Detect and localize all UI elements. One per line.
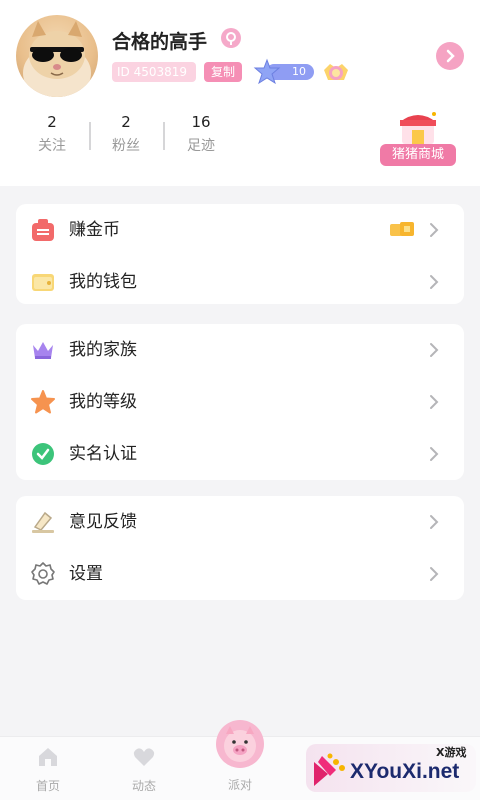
chevron-right-icon xyxy=(428,341,440,359)
chevron-right-icon xyxy=(428,221,440,239)
pig-mall-label: 猪猪商城 xyxy=(380,144,456,166)
medal-icon[interactable] xyxy=(320,56,352,88)
stat-label: 粉丝 xyxy=(112,138,140,154)
stat-value: 2 xyxy=(121,113,131,131)
menu-item-family[interactable]: 我的家族 xyxy=(16,324,464,376)
pig-icon xyxy=(216,720,264,768)
menu-card-account: 我的家族 我的等级 实名认证 xyxy=(16,324,464,480)
user-id-badge: ID 4503819 xyxy=(112,62,196,82)
stat-label: 足迹 xyxy=(187,138,215,154)
stat-footprints[interactable]: 16 足迹 xyxy=(171,112,231,160)
verified-icon xyxy=(30,441,56,467)
divider xyxy=(163,122,165,150)
divider xyxy=(89,122,91,150)
stat-followers[interactable]: 2 粉丝 xyxy=(96,112,156,160)
coin-bag-icon xyxy=(30,217,56,243)
wallet-icon xyxy=(30,269,56,295)
menu-item-wallet[interactable]: 我的钱包 xyxy=(16,256,464,308)
menu-card-support: 意见反馈 设置 xyxy=(16,496,464,600)
pig-mall-button[interactable]: 猪猪商城 xyxy=(380,108,456,166)
shop-icon xyxy=(400,112,436,144)
profile-detail-button[interactable] xyxy=(436,42,464,70)
menu-item-feedback[interactable]: 意见反馈 xyxy=(16,496,464,548)
menu-item-real-name-verification[interactable]: 实名认证 xyxy=(16,428,464,480)
gold-coins-icon xyxy=(388,220,416,240)
feedback-icon xyxy=(30,509,56,535)
copy-id-button[interactable]: 复制 xyxy=(204,62,242,82)
menu-item-level[interactable]: 我的等级 xyxy=(16,376,464,428)
level-badge[interactable]: 10 xyxy=(252,58,316,86)
home-icon xyxy=(36,745,60,769)
chevron-right-icon xyxy=(428,445,440,463)
menu-item-earn-coins[interactable]: 赚金币 xyxy=(16,204,464,256)
profile-header: 合格的高手 ID 4503819 复制 10 2 关注 2 粉丝 16 足迹 猪… xyxy=(0,0,480,186)
menu-label: 我的家族 xyxy=(69,340,137,360)
level-star-icon xyxy=(253,58,281,85)
menu-label: 设置 xyxy=(69,564,103,584)
tab-label: 首页 xyxy=(35,779,60,793)
tab-label: 动态 xyxy=(131,779,156,793)
heart-icon xyxy=(132,745,156,769)
tab-party[interactable]: 派对 xyxy=(212,720,268,800)
gamepad-logo-icon xyxy=(310,752,348,790)
menu-label: 赚金币 xyxy=(69,220,120,240)
gear-icon xyxy=(30,561,56,587)
tab-feed[interactable]: 动态 xyxy=(114,737,174,800)
chevron-right-icon xyxy=(428,513,440,531)
chevron-right-icon xyxy=(446,49,455,63)
menu-label: 我的钱包 xyxy=(69,272,137,292)
location-pin-icon xyxy=(221,28,241,48)
watermark: X游戏 XYouXi.net xyxy=(306,738,476,798)
stat-following[interactable]: 2 关注 xyxy=(22,112,82,160)
menu-label: 实名认证 xyxy=(69,444,137,464)
nickname: 合格的高手 xyxy=(112,31,208,53)
stat-value: 2 xyxy=(47,113,57,131)
menu-label: 我的等级 xyxy=(69,392,137,412)
chevron-right-icon xyxy=(428,273,440,291)
stat-label: 关注 xyxy=(38,138,66,154)
stat-value: 16 xyxy=(191,113,211,131)
menu-label: 意见反馈 xyxy=(69,512,137,532)
chevron-right-icon xyxy=(428,393,440,411)
watermark-small-text: X游戏 xyxy=(436,746,467,759)
star-icon xyxy=(30,389,56,415)
menu-card-wallet: 赚金币 我的钱包 xyxy=(16,204,464,304)
crown-icon xyxy=(30,337,56,363)
menu-item-settings[interactable]: 设置 xyxy=(16,548,464,600)
tab-label: 派对 xyxy=(227,778,252,792)
chevron-right-icon xyxy=(428,565,440,583)
avatar[interactable] xyxy=(16,15,98,97)
watermark-main-text: XYouXi.net xyxy=(350,760,460,783)
tab-home[interactable]: 首页 xyxy=(18,737,78,800)
